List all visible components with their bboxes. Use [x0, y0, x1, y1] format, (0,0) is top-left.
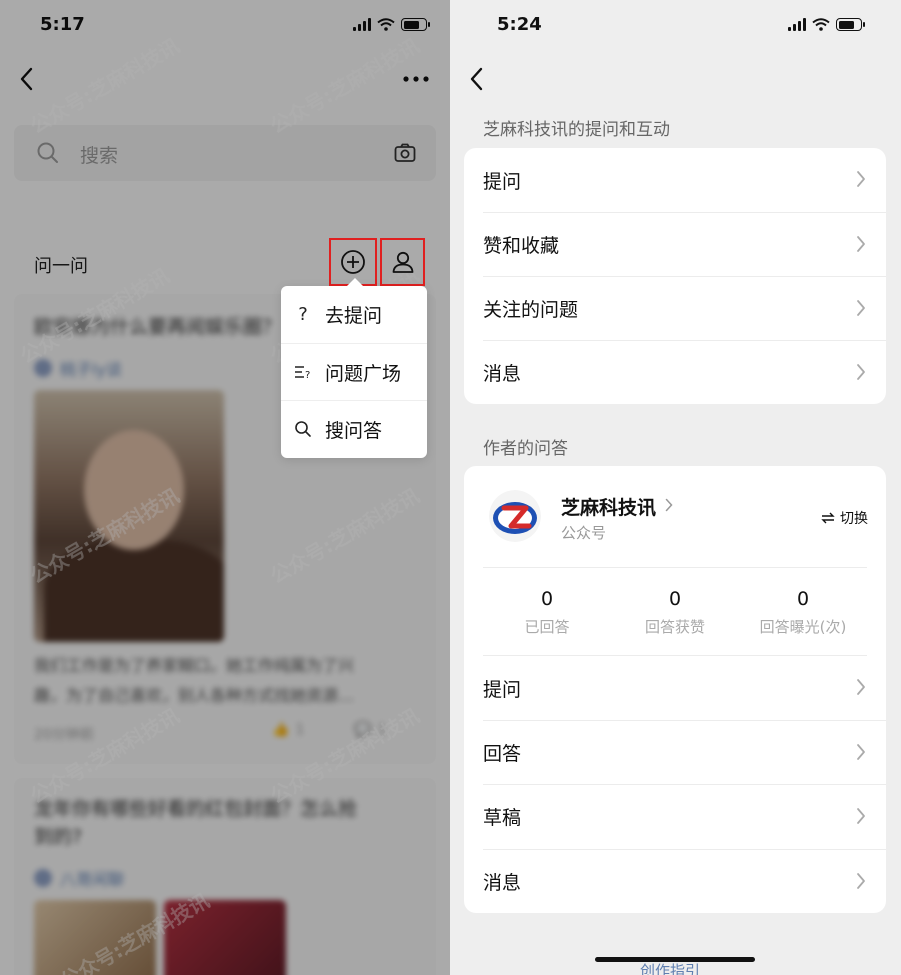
- account-logo[interactable]: [489, 490, 541, 542]
- chevron-right-icon: [857, 236, 865, 252]
- menu-item-ask[interactable]: ? 去提问: [281, 286, 427, 343]
- row-label: 消息: [483, 872, 522, 894]
- menu-item-label: 问题广场: [325, 362, 402, 385]
- question-icon: ?: [298, 304, 308, 325]
- ask-popover-menu: ? 去提问 ? 问题广场 搜问答: [281, 278, 427, 458]
- stat-value: 0: [668, 588, 682, 610]
- wifi-icon: [812, 18, 830, 31]
- svg-text:?: ?: [305, 370, 310, 380]
- stat-label: 已回答: [524, 618, 570, 636]
- home-indicator[interactable]: [595, 957, 755, 962]
- chevron-right-icon: [857, 873, 865, 889]
- my-profile-button[interactable]: [380, 238, 425, 286]
- row-messages[interactable]: 消息: [483, 340, 886, 404]
- row-label: 提问: [483, 678, 522, 701]
- row-label: 草稿: [483, 807, 522, 829]
- switch-account-button[interactable]: 切换: [821, 508, 868, 528]
- menu-item-label: 去提问: [325, 305, 383, 327]
- switch-label: 切换: [840, 511, 868, 527]
- stat-value: 0: [540, 588, 554, 610]
- chevron-right-icon: [857, 744, 865, 760]
- popover-backdrop[interactable]: [0, 0, 450, 975]
- list-question-icon: ?: [281, 364, 325, 380]
- row-answers[interactable]: 回答: [483, 720, 886, 784]
- left-screen: 5:17 搜索 问一问 欧安娜为什么要再阅娱乐圈？ 桃子ly谈 我们工作是为了养…: [0, 0, 450, 975]
- chevron-right-icon: [857, 171, 865, 187]
- menu-item-label: 搜问答: [325, 419, 383, 442]
- account-type: 公众号: [561, 524, 607, 542]
- section-title: 作者的问答: [483, 439, 568, 459]
- row-followed-questions[interactable]: 关注的问题: [483, 276, 886, 340]
- row-label: 赞和收藏: [483, 235, 560, 257]
- row-label: 回答: [483, 743, 522, 765]
- row-label: 关注的问题: [483, 299, 579, 321]
- stat-answered: 0 已回答: [482, 588, 612, 637]
- stat-answer-views: 0 回答曝光(次): [738, 588, 868, 637]
- chevron-right-icon: [857, 300, 865, 316]
- stat-answer-likes: 0 回答获赞: [610, 588, 740, 637]
- row-ask[interactable]: 提问: [483, 656, 886, 720]
- row-drafts[interactable]: 草稿: [483, 784, 886, 848]
- right-screen: 5:24 芝麻科技讯的提问和互动 提问 赞和收藏 关注的问题 消息 作者的问答: [450, 0, 901, 975]
- search-icon: [281, 420, 325, 438]
- menu-item-search-answers[interactable]: 搜问答: [281, 400, 427, 457]
- chevron-right-icon: [857, 679, 865, 695]
- stat-label: 回答曝光(次): [759, 618, 847, 636]
- back-icon[interactable]: [466, 66, 488, 92]
- signal-icon: [788, 18, 806, 31]
- status-icons: [788, 18, 865, 31]
- chevron-right-icon: [665, 498, 673, 512]
- row-label: 提问: [483, 170, 522, 193]
- menu-item-question-square[interactable]: ? 问题广场: [281, 343, 427, 400]
- author-card: 芝麻科技讯 公众号 切换 0 已回答 0 回答获赞 0 回答曝光(次) 提问 回…: [464, 466, 886, 913]
- chevron-right-icon: [857, 808, 865, 824]
- divider: [483, 567, 867, 568]
- swap-icon: [821, 512, 835, 524]
- chevron-right-icon: [857, 364, 865, 380]
- user-icon: [392, 251, 413, 273]
- row-likes-favorites[interactable]: 赞和收藏: [483, 212, 886, 276]
- interactions-card: 提问 赞和收藏 关注的问题 消息: [464, 148, 886, 404]
- creation-guide-link[interactable]: 创作指引: [640, 960, 700, 975]
- plus-circle-icon: [341, 250, 365, 274]
- row-ask[interactable]: 提问: [483, 148, 886, 212]
- row-messages[interactable]: 消息: [483, 849, 886, 913]
- stat-label: 回答获赞: [644, 618, 705, 636]
- status-time: 5:24: [497, 14, 542, 35]
- account-name[interactable]: 芝麻科技讯: [561, 493, 656, 520]
- stat-value: 0: [796, 588, 810, 610]
- row-label: 消息: [483, 363, 522, 385]
- battery-icon: [836, 18, 865, 31]
- section-title: 芝麻科技讯的提问和互动: [483, 120, 670, 140]
